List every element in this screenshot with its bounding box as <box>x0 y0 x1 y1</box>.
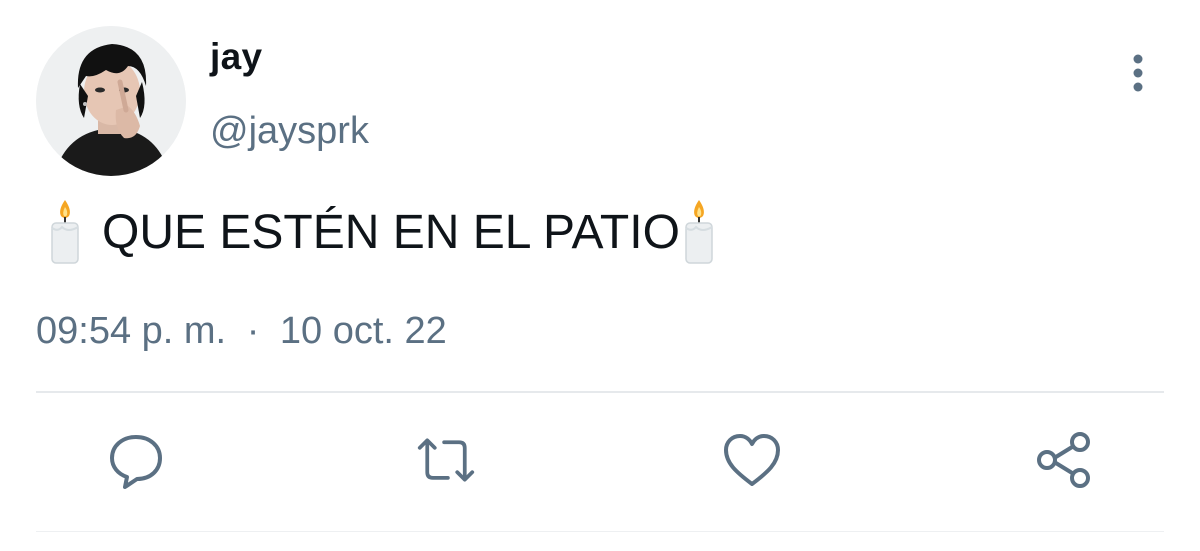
candle-emoji-icon <box>685 200 713 264</box>
tweet-text: QUE ESTÉN EN EL PATIO <box>48 196 716 268</box>
vertical-ellipsis-icon <box>1133 54 1143 92</box>
tweet-date: 10 oct. 22 <box>279 310 447 352</box>
share-button[interactable] <box>1034 430 1094 490</box>
retweet-button[interactable] <box>416 430 476 490</box>
bottom-divider <box>36 531 1164 532</box>
speech-bubble-icon <box>110 435 162 489</box>
separator-dot: · <box>246 310 260 352</box>
retweet-icon <box>417 438 475 482</box>
heart-icon <box>724 434 780 486</box>
divider <box>36 391 1164 393</box>
tweet-text-content: QUE ESTÉN EN EL PATIO <box>102 205 680 259</box>
display-name[interactable]: jay <box>210 36 262 78</box>
candle-emoji-icon <box>51 200 79 264</box>
reply-button[interactable] <box>106 430 166 490</box>
tweet-time: 09:54 p. m. <box>36 310 227 352</box>
tweet-card: jay @jaysprk QUE ESTÉN EN EL PATIO 09:54… <box>0 0 1200 551</box>
user-handle[interactable]: @jaysprk <box>210 110 369 153</box>
avatar-image <box>36 26 186 176</box>
avatar[interactable] <box>36 26 186 176</box>
like-button[interactable] <box>722 430 782 490</box>
more-options-button[interactable] <box>1118 52 1158 94</box>
tweet-timestamp[interactable]: 09:54 p. m. · 10 oct. 22 <box>36 310 447 353</box>
share-icon <box>1037 432 1090 488</box>
